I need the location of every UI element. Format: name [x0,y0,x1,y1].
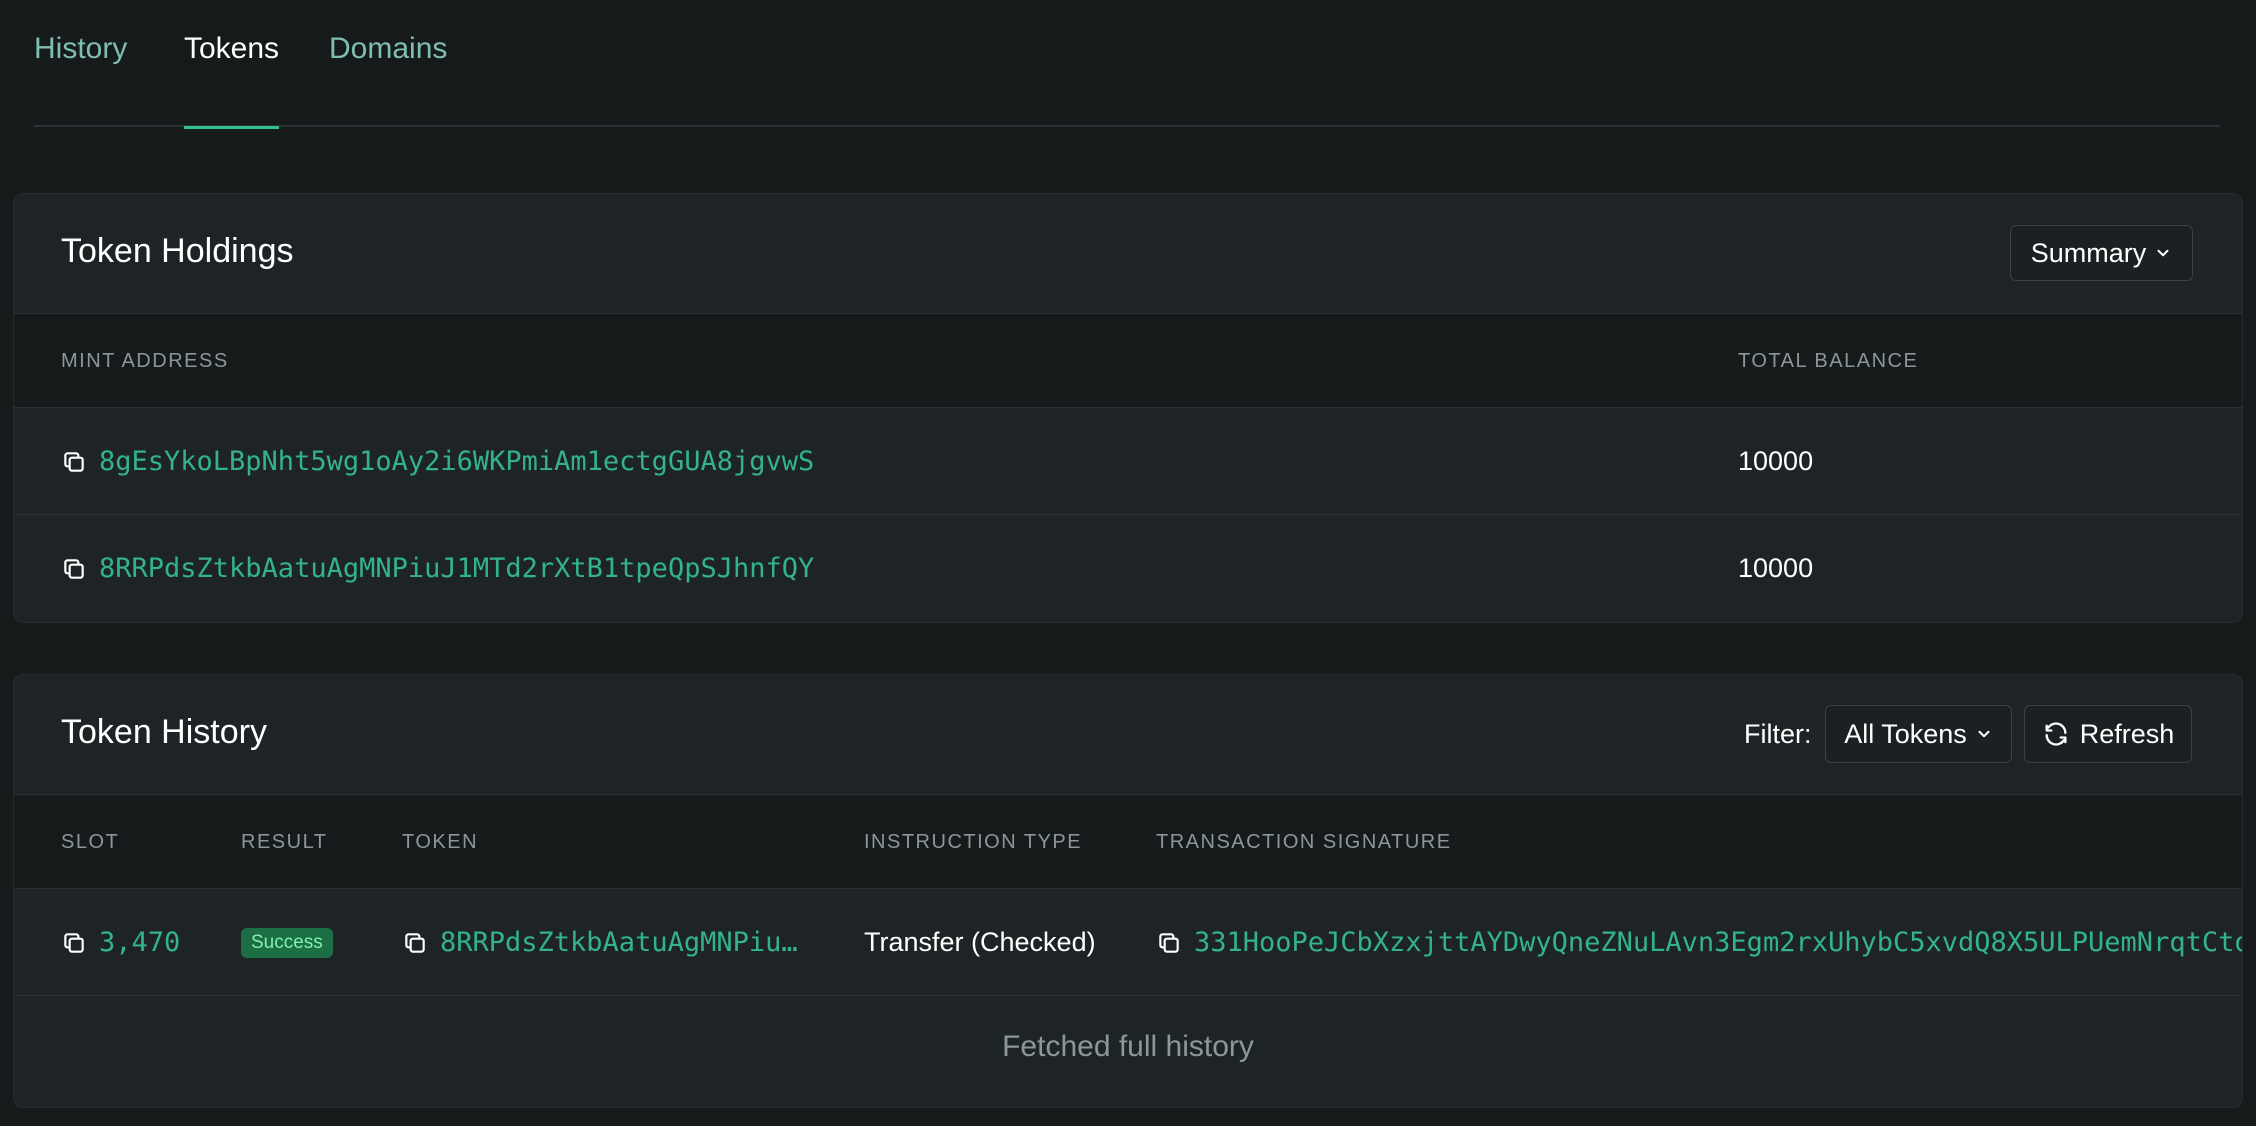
token-holdings-title: Token Holdings [61,232,294,270]
table-row: 8gEsYkoLBpNht5wg1oAy2i6WKPmiAm1ectgGUA8j… [14,408,2242,515]
tab-tokens[interactable]: Tokens [184,32,280,129]
mint-address-link[interactable]: 8RRPdsZtkbAatuAgMNPiuJ1MTd2rXtB1tpeQpSJh… [99,553,814,584]
transaction-signature-cell: 331HooPeJCbXzxjttAYDwyQneZNuLAvn3Egm2rxU… [1156,889,2242,996]
table-row: 3,470 Success 8RRPdsZtkbAatuAgMNPiu… Tra… [14,889,2242,996]
column-mint-address: MINT ADDRESS [61,350,229,372]
tab-bar: History Tokens Domains [34,0,2220,129]
total-balance-cell: 10000 [1738,446,1814,476]
token-filter-value: All Tokens [1844,718,1967,749]
token-holdings-card: Token Holdings Summary MINT ADDRESS TOTA… [13,193,2243,623]
column-result: RESULT [241,831,328,853]
copy-icon[interactable] [1156,930,1182,956]
column-slot: SLOT [61,831,120,853]
history-table-header: SLOT RESULT TOKEN INSTRUCTION TYPE TRANS… [14,795,2242,889]
instruction-type-cell: Transfer (Checked) [864,927,1096,957]
slot-cell: 3,470 [61,889,180,996]
total-balance-cell: 10000 [1738,553,1814,583]
summary-select-label: Summary [2030,237,2147,268]
token-link[interactable]: 8RRPdsZtkbAatuAgMNPiu… [440,927,798,958]
result-cell: Success [241,889,333,996]
token-filter-select[interactable]: All Tokens [1825,705,2012,763]
filter-label: Filter: [1744,719,1812,749]
table-row: 8RRPdsZtkbAatuAgMNPiuJ1MTd2rXtB1tpeQpSJh… [14,515,2242,622]
column-token: TOKEN [402,831,479,853]
copy-icon[interactable] [61,556,87,582]
mint-address-cell: 8gEsYkoLBpNht5wg1oAy2i6WKPmiAm1ectgGUA8j… [61,408,814,515]
refresh-icon [2045,722,2067,746]
holdings-table-header: MINT ADDRESS TOTAL BALANCE [14,314,2242,408]
chevron-down-icon [2157,249,2169,257]
column-total-balance: TOTAL BALANCE [1738,350,1919,372]
tab-domains[interactable]: Domains [329,32,447,127]
slot-link[interactable]: 3,470 [99,927,180,958]
transaction-signature-link[interactable]: 331HooPeJCbXzxjttAYDwyQneZNuLAvn3Egm2rxU… [1194,927,2242,958]
summary-select[interactable]: Summary [2010,225,2193,281]
token-cell: 8RRPdsZtkbAatuAgMNPiu… [402,889,798,996]
status-badge: Success [241,927,333,958]
fetched-full-history-text: Fetched full history [1002,1030,1254,1063]
token-holdings-header: Token Holdings Summary [14,194,2242,314]
token-history-header: Token History Filter: All Tokens Refresh [14,675,2242,795]
copy-icon[interactable] [61,449,87,475]
column-transaction-signature: TRANSACTION SIGNATURE [1156,831,1452,853]
mint-address-cell: 8RRPdsZtkbAatuAgMNPiuJ1MTd2rXtB1tpeQpSJh… [61,515,814,622]
refresh-button[interactable]: Refresh [2024,705,2192,763]
chevron-down-icon [1978,730,1990,738]
copy-icon[interactable] [61,930,87,956]
tab-history[interactable]: History [34,32,127,127]
token-history-title: Token History [61,713,267,751]
mint-address-link[interactable]: 8gEsYkoLBpNht5wg1oAy2i6WKPmiAm1ectgGUA8j… [99,446,814,477]
token-history-card: Token History Filter: All Tokens Refresh… [13,674,2243,1108]
copy-icon[interactable] [402,930,428,956]
column-instruction-type: INSTRUCTION TYPE [864,831,1083,853]
refresh-label: Refresh [2079,718,2175,749]
